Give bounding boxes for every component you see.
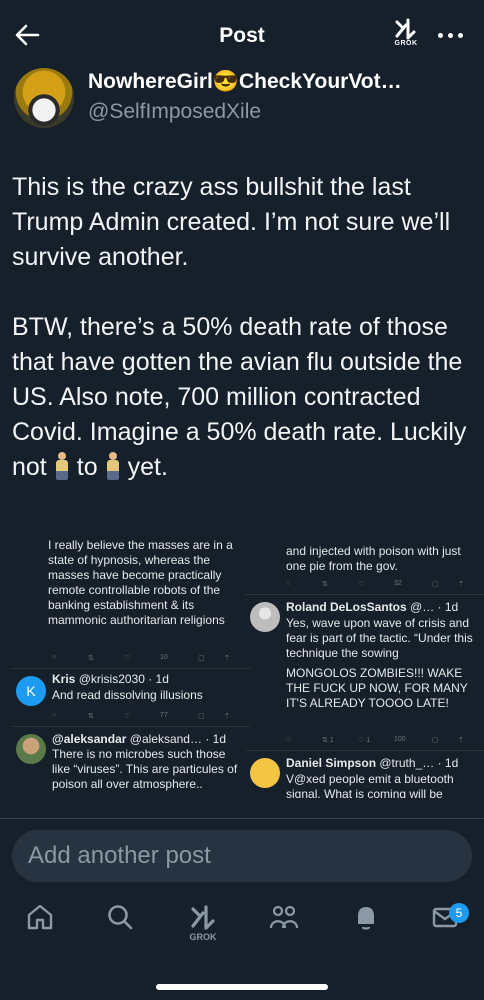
- attached-image[interactable]: I really believe the masses are in a sta…: [0, 530, 484, 798]
- mini-views: 100: [394, 736, 406, 743]
- mini-avatar: [16, 734, 46, 764]
- mini-reposts: 1: [329, 737, 334, 744]
- mini-post-actions: ○ ⇅ ♡ 32 ▢ ⇡: [286, 580, 464, 588]
- mini-post-actions: ○ ⇅ ♡ 77 ▢ ⇡: [52, 712, 230, 720]
- author-display-name[interactable]: NowhereGirl😎CheckYourVot…: [88, 70, 472, 94]
- nav-search[interactable]: [98, 902, 142, 950]
- mini-handle: @aleksand… · 1d: [129, 732, 226, 746]
- reply-divider: [0, 818, 484, 819]
- mini-post-text: MONGOLOS ZOMBIES!!! WAKE THE FUCK UP NOW…: [286, 666, 468, 710]
- mini-avatar: [250, 602, 280, 632]
- grok-icon: [395, 18, 416, 40]
- mini-views: 10: [160, 654, 168, 661]
- mini-post-header: Roland DeLosSantos @… · 1d: [286, 600, 480, 615]
- grok-button[interactable]: GROK: [388, 16, 424, 56]
- mini-name: Kris: [52, 672, 76, 686]
- mini-avatar: [250, 758, 280, 788]
- mini-handle: @… · 1d: [410, 600, 459, 614]
- communities-icon: [269, 905, 299, 929]
- grok-label: GROK: [394, 40, 418, 47]
- home-icon: [27, 904, 53, 930]
- mini-views: 77: [160, 712, 168, 719]
- mini-post-text: There is no microbes such those like “vi…: [52, 747, 238, 791]
- tweet-paragraph-2-end: yet.: [127, 453, 168, 481]
- author-handle[interactable]: @SelfImposedXile: [88, 100, 261, 124]
- more-options-button[interactable]: [430, 22, 470, 48]
- mini-post-header: Daniel Simpson @truth_… · 1d: [286, 756, 480, 771]
- mini-likes: 1: [366, 737, 371, 744]
- mini-post-text: Yes, wave upon wave of crisis and fear i…: [286, 616, 473, 660]
- tweet-paragraph-2: BTW, there’s a 50% death rate of those t…: [12, 310, 474, 485]
- reply-placeholder: Add another post: [28, 842, 211, 869]
- mini-views: 32: [394, 580, 402, 587]
- nav-notifications[interactable]: [344, 902, 388, 950]
- notifications-icon: [358, 907, 374, 930]
- mini-post-text: And read dissolving illusions: [52, 688, 203, 702]
- image-column-right: and injected with poison with just one p…: [246, 530, 484, 798]
- mini-avatar: K: [16, 676, 46, 706]
- nav-grok[interactable]: GROK: [181, 902, 225, 950]
- top-bar: Post GROK: [0, 0, 484, 64]
- mini-post-actions: ○ ⇅ 1 ♡ 1 100 ▢ ⇡: [286, 736, 464, 744]
- grok-icon: [191, 905, 215, 930]
- nav-communities[interactable]: [262, 902, 306, 950]
- mini-name: @aleksandar: [52, 732, 127, 746]
- mini-post-text: and injected with poison with just one p…: [286, 544, 461, 573]
- mini-post-text: I really believe the masses are in a sta…: [48, 538, 233, 627]
- mini-post-header: @aleksandar @aleksand… · 1d: [52, 732, 242, 747]
- author-avatar[interactable]: [14, 68, 74, 128]
- more-icon: [437, 32, 463, 38]
- bottom-nav: GROK: [0, 892, 484, 962]
- tweet-paragraph-2-mid: to: [76, 453, 98, 481]
- nav-grok-label: GROK: [189, 932, 217, 942]
- mini-post-text: V@xed people emit a bluetooth signal. Wh…: [286, 772, 454, 798]
- tweet-paragraph-1: This is the crazy ass bullshit the last …: [12, 173, 451, 271]
- image-column-left: I really believe the masses are in a sta…: [12, 530, 250, 798]
- tweet-text: This is the crazy ass bullshit the last …: [12, 170, 474, 485]
- person-emoji-icon: [106, 452, 120, 480]
- mini-name: Daniel Simpson: [286, 756, 377, 770]
- messages-badge: 5: [449, 903, 469, 923]
- mini-handle: @truth_… · 1d: [379, 756, 459, 770]
- mini-post-header: Kris @krisis2030 · 1d: [52, 672, 242, 687]
- home-indicator[interactable]: [156, 984, 328, 990]
- mini-name: Roland DeLosSantos: [286, 600, 407, 614]
- person-emoji-icon: [55, 452, 69, 480]
- nav-home[interactable]: [18, 902, 62, 950]
- mini-post-actions: ○ ⇅ ♡ 10 ▢ ⇡: [52, 654, 230, 662]
- mini-handle: @krisis2030 · 1d: [78, 672, 169, 686]
- search-icon: [108, 905, 133, 930]
- reply-input[interactable]: Add another post: [12, 830, 472, 882]
